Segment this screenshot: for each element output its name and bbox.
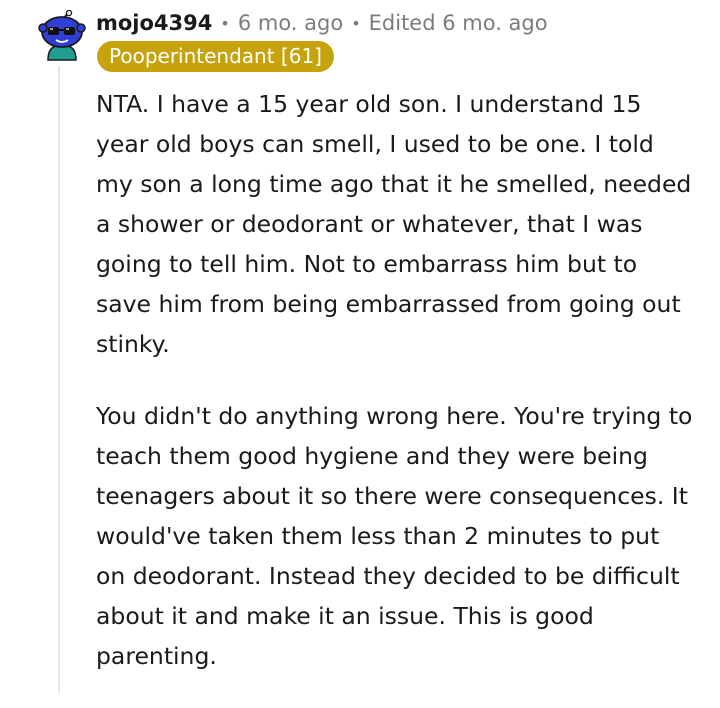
comment: mojo4394 • 6 mo. ago • Edited 6 mo. ago … — [0, 0, 720, 693]
username-link[interactable]: mojo4394 — [96, 11, 212, 35]
comment-paragraph: NTA. I have a 15 year old son. I underst… — [96, 90, 692, 358]
comment-paragraph: You didn't do anything wrong here. You'r… — [96, 402, 693, 670]
comment-header: mojo4394 • 6 mo. ago • Edited 6 mo. ago — [96, 8, 548, 38]
comment-body: NTA. I have a 15 year old son. I underst… — [96, 84, 696, 708]
snoo-avatar-icon — [38, 9, 86, 61]
comment-age: 6 mo. ago — [237, 11, 344, 35]
separator-dot: • — [351, 13, 361, 33]
thread-line[interactable] — [58, 66, 60, 693]
separator-dot: • — [220, 13, 230, 33]
user-flair[interactable]: Pooperintendant [61] — [97, 41, 334, 72]
edited-label: Edited 6 mo. ago — [368, 11, 548, 35]
user-avatar-icon[interactable] — [34, 9, 86, 62]
